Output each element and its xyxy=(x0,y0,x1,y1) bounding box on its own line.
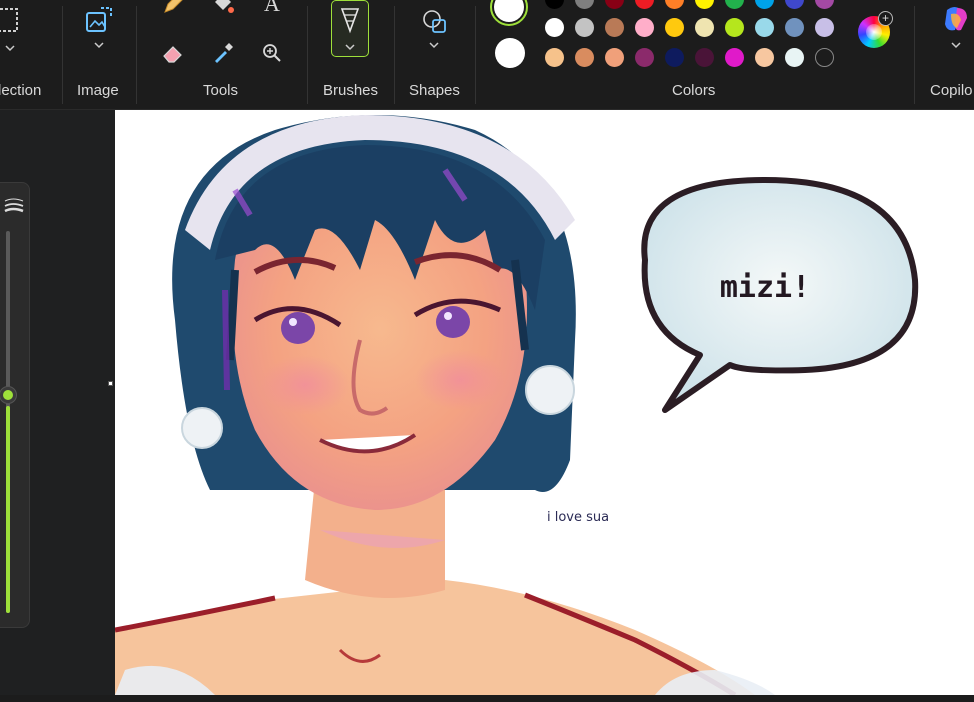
brushes-chevron-icon xyxy=(345,44,355,51)
edit-colors-button[interactable]: + xyxy=(858,11,893,48)
palette-swatch[interactable] xyxy=(665,18,684,37)
palette-swatch[interactable] xyxy=(725,48,744,67)
cheek-right xyxy=(415,350,505,410)
palette-swatch[interactable] xyxy=(545,18,564,37)
earring-right xyxy=(525,365,575,415)
magnifier-icon[interactable] xyxy=(258,39,286,67)
shapes-group: Shapes xyxy=(395,0,475,110)
shapes-icon[interactable] xyxy=(419,6,451,38)
brush-size-slider-track[interactable] xyxy=(0,231,17,613)
speech-bubble-text: mizi! xyxy=(720,270,810,305)
image-chevron-icon[interactable] xyxy=(93,41,105,49)
selection-chevron-icon[interactable] xyxy=(4,44,16,52)
brush-size-slider-fill xyxy=(6,405,10,613)
palette-swatch[interactable] xyxy=(785,48,804,67)
cheek-left xyxy=(260,355,350,415)
brushes-button[interactable] xyxy=(331,0,369,57)
eye-left-highlight xyxy=(289,318,297,326)
colors-group: Colors xyxy=(476,0,914,110)
selection-group-label: lection xyxy=(0,82,42,99)
tools-group: A Tools xyxy=(137,0,307,110)
shoulders xyxy=(115,580,755,695)
palette-swatch[interactable] xyxy=(815,48,834,67)
palette-swatch[interactable] xyxy=(785,18,804,37)
palette-swatch[interactable] xyxy=(725,0,744,9)
brush-size-slider-thumb[interactable] xyxy=(0,385,17,404)
copilot-group: Copilo xyxy=(915,0,974,110)
copilot-icon[interactable] xyxy=(941,4,971,34)
text-tool-glyph: A xyxy=(264,0,280,16)
palette-swatch[interactable] xyxy=(605,48,624,67)
palette-swatch[interactable] xyxy=(755,18,774,37)
caption-text: i love sua xyxy=(547,510,609,525)
earring-left xyxy=(181,407,223,449)
palette-swatch[interactable] xyxy=(605,18,624,37)
canvas-artwork: mizi! i love sua xyxy=(115,115,919,695)
copilot-chevron-icon[interactable] xyxy=(950,41,962,49)
palette-swatch[interactable] xyxy=(545,0,564,9)
palette-swatch[interactable] xyxy=(575,0,594,9)
eye-left xyxy=(281,312,315,344)
tools-group-label: Tools xyxy=(203,82,239,99)
secondary-color-button[interactable] xyxy=(495,38,525,68)
palette-swatch[interactable] xyxy=(695,18,714,37)
selection-group: lection xyxy=(0,0,62,110)
pencil-icon[interactable] xyxy=(159,0,187,18)
primary-color-button[interactable] xyxy=(490,0,528,26)
image-group: Image xyxy=(63,0,136,110)
shapes-chevron-icon[interactable] xyxy=(428,41,440,49)
fill-bucket-icon[interactable] xyxy=(209,0,237,18)
image-resize-icon[interactable] xyxy=(83,4,115,36)
palette-swatch[interactable] xyxy=(635,0,654,9)
brush-icon xyxy=(340,8,360,34)
eye-right-highlight xyxy=(444,312,452,320)
brushes-group: Brushes xyxy=(308,0,394,110)
colors-group-label: Colors xyxy=(672,82,716,99)
eraser-icon[interactable] xyxy=(159,39,187,67)
slider-thumb-dot xyxy=(3,389,13,400)
copilot-group-label: Copilo xyxy=(930,82,973,99)
shapes-group-label: Shapes xyxy=(409,82,460,99)
ribbon-toolbar: lection Image A Tools Brushes Shapes Col… xyxy=(0,0,974,110)
palette-swatch[interactable] xyxy=(695,0,714,9)
palette-swatch[interactable] xyxy=(815,0,834,9)
drawing-canvas[interactable]: mizi! i love sua xyxy=(115,110,974,695)
palette-swatch[interactable] xyxy=(575,18,594,37)
palette-swatch[interactable] xyxy=(755,48,774,67)
palette-swatch[interactable] xyxy=(545,48,564,67)
brush-size-panel xyxy=(0,182,30,628)
palette-swatch[interactable] xyxy=(575,48,594,67)
hair-highlight xyxy=(222,289,230,391)
selection-icon[interactable] xyxy=(0,4,24,36)
text-tool-icon[interactable]: A xyxy=(258,0,286,18)
canvas-resize-handle[interactable] xyxy=(108,381,113,386)
palette-swatch[interactable] xyxy=(665,0,684,9)
image-group-label: Image xyxy=(77,82,119,99)
primary-color-swatch xyxy=(494,0,524,22)
palette-swatch[interactable] xyxy=(695,48,714,67)
palette-swatch[interactable] xyxy=(635,18,654,37)
palette-swatch[interactable] xyxy=(725,18,744,37)
palette-swatch[interactable] xyxy=(815,18,834,37)
color-picker-icon[interactable] xyxy=(209,39,237,67)
palette-swatch[interactable] xyxy=(665,48,684,67)
palette-swatch[interactable] xyxy=(755,0,774,9)
brushes-group-label: Brushes xyxy=(323,82,379,99)
palette-swatch[interactable] xyxy=(635,48,654,67)
palette-swatch[interactable] xyxy=(605,0,624,9)
eye-right xyxy=(436,306,470,338)
status-strip xyxy=(0,695,974,702)
palette-swatch[interactable] xyxy=(785,0,804,9)
rainbow-center xyxy=(866,24,882,40)
add-color-plus-icon: + xyxy=(878,11,893,26)
stroke-width-icon xyxy=(4,198,24,213)
